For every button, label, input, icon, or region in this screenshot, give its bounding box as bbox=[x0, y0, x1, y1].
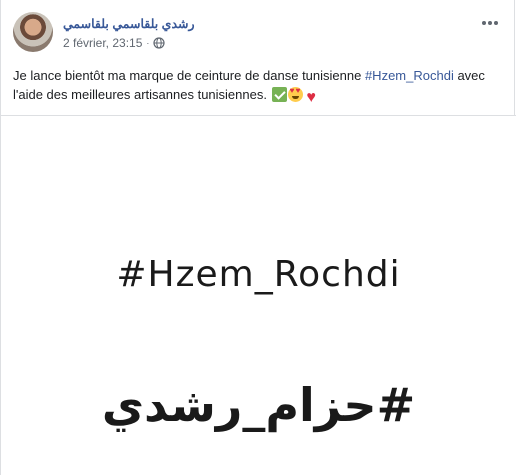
more-horizontal-icon bbox=[488, 21, 492, 25]
more-options-button[interactable] bbox=[477, 14, 503, 32]
red-heart-emoji: ♥ bbox=[306, 89, 316, 106]
avatar[interactable] bbox=[13, 12, 53, 52]
more-horizontal-icon bbox=[482, 21, 486, 25]
hashtag-link[interactable]: #Hzem_Rochdi bbox=[365, 68, 454, 83]
more-horizontal-icon bbox=[494, 21, 498, 25]
meta-separator: · bbox=[146, 38, 150, 48]
post-text-start: Je lance bientôt ma marque de ceinture d… bbox=[13, 68, 365, 83]
image-hashtag-arabic: #حزام_رشدي bbox=[101, 378, 416, 432]
post-image[interactable]: #Hzem_Rochdi #حزام_رشدي bbox=[1, 116, 516, 475]
author-name[interactable]: رشدي بلقاسمي بلقاسمي bbox=[63, 16, 195, 31]
post-header: رشدي بلقاسمي بلقاسمي 2 février, 23:15 · bbox=[13, 12, 503, 56]
heart-eyes-emoji bbox=[287, 87, 303, 102]
post-meta: 2 février, 23:15 · bbox=[63, 36, 165, 50]
post-text: Je lance bientôt ma marque de ceinture d… bbox=[13, 66, 493, 106]
check-mark-emoji bbox=[271, 87, 287, 102]
globe-icon[interactable] bbox=[153, 37, 165, 49]
post-date[interactable]: 2 février, 23:15 bbox=[63, 36, 142, 50]
post-card: رشدي بلقاسمي بلقاسمي 2 février, 23:15 · … bbox=[0, 0, 516, 475]
image-hashtag-latin: #Hzem_Rochdi bbox=[116, 254, 401, 295]
